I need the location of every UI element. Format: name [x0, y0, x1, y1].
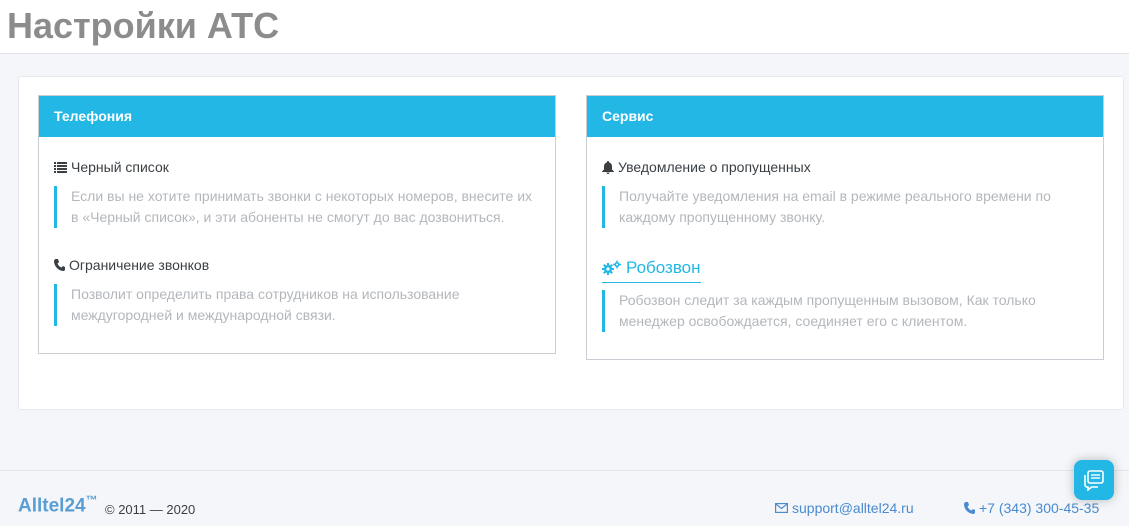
support-email-link[interactable]: support@alltel24.ru [775, 500, 914, 516]
blacklist-title[interactable]: Черный список [54, 157, 540, 177]
support-phone-link[interactable]: +7 (343) 300-45-35 [964, 500, 1099, 516]
brand-logo: Alltel24™ [18, 493, 98, 517]
support-email-text: support@alltel24.ru [792, 500, 914, 516]
robocall-item: Робозвон Робозвон следит за каждым пропу… [602, 257, 1088, 332]
gears-icon [602, 260, 621, 275]
call-restriction-item: Ограничение звонков Позволит определить … [54, 255, 540, 326]
missed-notification-item: Уведомление о пропущенных Получайте увед… [602, 157, 1088, 228]
call-restriction-title[interactable]: Ограничение звонков [54, 255, 540, 275]
bell-icon [602, 160, 614, 174]
telephony-panel: Телефония Черный список Если вы не хотит… [38, 95, 556, 354]
chat-icon [1084, 470, 1104, 491]
support-phone-text: +7 (343) 300-45-35 [979, 500, 1100, 516]
service-panel: Сервис Уведомление о пропущенных Получай… [586, 95, 1104, 360]
page-header: Настройки АТС [0, 0, 1129, 54]
call-restriction-title-text: Ограничение звонков [69, 257, 210, 273]
blacklist-title-text: Черный список [71, 159, 169, 175]
robocall-title: Робозвон [602, 256, 1088, 283]
envelope-icon [775, 503, 788, 513]
blacklist-description: Если вы не хотите принимать звонки с нек… [54, 186, 540, 228]
robocall-title-text: Робозвон [626, 257, 701, 277]
missed-notification-description: Получайте уведомления на email в режиме … [602, 186, 1088, 228]
brand-name: Alltel24 [18, 495, 86, 517]
robocall-description: Робозвон следит за каждым пропущенным вы… [602, 290, 1088, 332]
trademark: ™ [85, 493, 98, 507]
page-title: Настройки АТС [7, 5, 280, 46]
missed-notification-title-text: Уведомление о пропущенных [618, 159, 811, 175]
robocall-link[interactable]: Робозвон [602, 256, 701, 283]
blacklist-item: Черный список Если вы не хотите принимат… [54, 157, 540, 228]
list-icon [54, 161, 67, 173]
page-footer: Alltel24™ © 2011 — 2020 support@alltel24… [0, 470, 1129, 526]
copyright: © 2011 — 2020 [105, 502, 196, 517]
service-panel-heading: Сервис [587, 96, 1103, 137]
call-restriction-description: Позволит определить права сотрудников на… [54, 284, 540, 326]
missed-notification-title[interactable]: Уведомление о пропущенных [602, 157, 1088, 177]
phone-icon [54, 259, 65, 271]
phone-icon [964, 502, 975, 514]
chat-widget-button[interactable] [1074, 460, 1114, 500]
telephony-panel-heading: Телефония [39, 96, 555, 137]
